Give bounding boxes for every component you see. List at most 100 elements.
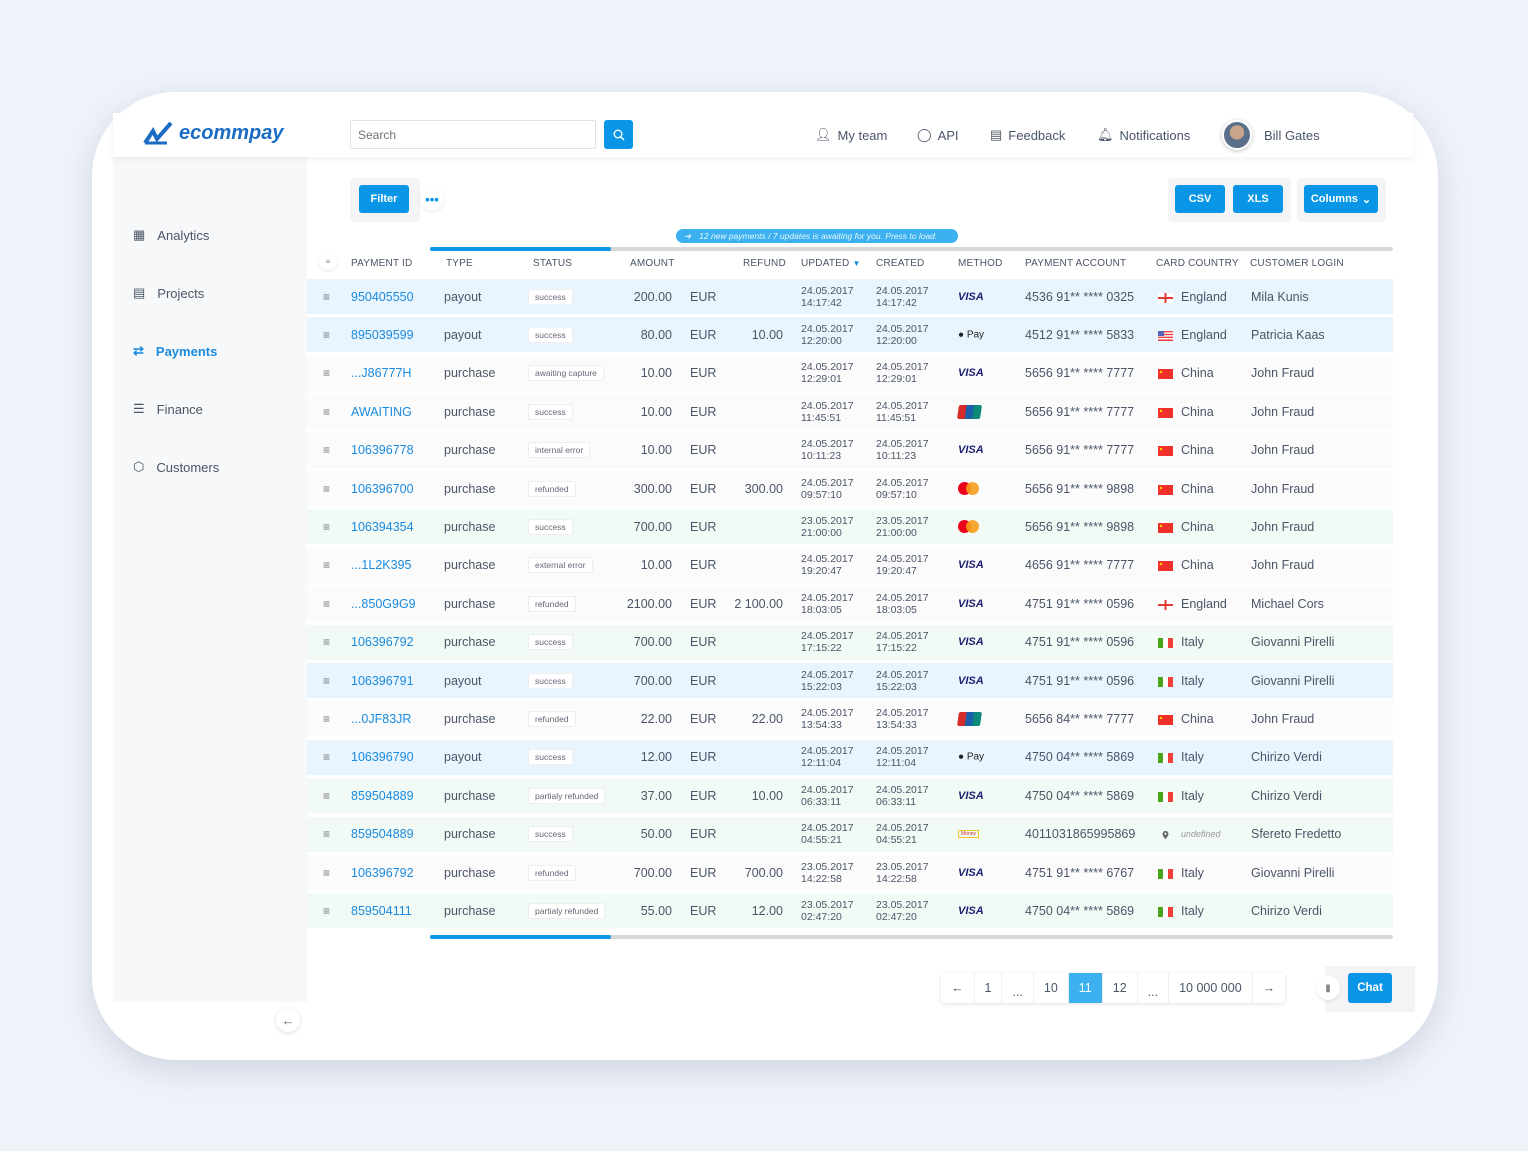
drag-handle-icon[interactable]: ≡ xyxy=(323,635,330,649)
column-header[interactable]: REFUND xyxy=(743,258,786,269)
scrollbar-thumb[interactable] xyxy=(430,935,611,939)
table-row[interactable]: ≡ 106396792 purchase refunded 700.00 EUR 700.0… xyxy=(307,855,1393,890)
column-header[interactable]: CUSTOMER LOGIN xyxy=(1250,258,1344,269)
payment-id-link[interactable]: 106396791 xyxy=(351,674,414,688)
payment-id-link[interactable]: 950405550 xyxy=(351,290,414,304)
column-header[interactable]: AMOUNT xyxy=(630,258,675,269)
payment-id-link[interactable]: ...J86777H xyxy=(351,366,411,380)
drag-handle-icon[interactable]: ≡ xyxy=(323,712,330,726)
payment-id-link[interactable]: 859504889 xyxy=(351,789,414,803)
pagination-page[interactable]: 10 xyxy=(1034,973,1069,1003)
table-row[interactable]: ≡ 106396792 purchase success 700.00 EUR 24.05.… xyxy=(307,624,1393,660)
payment-id-link[interactable]: 106396778 xyxy=(351,443,414,457)
column-header[interactable]: CREATED xyxy=(876,258,924,269)
column-header[interactable]: PAYMENT ACCOUNT xyxy=(1025,258,1126,269)
brand-logo[interactable]: ecommpay xyxy=(143,121,284,145)
xls-export-button[interactable]: XLS xyxy=(1233,185,1283,213)
pagination-page[interactable]: 12 xyxy=(1103,973,1138,1003)
drag-handle-icon[interactable]: ≡ xyxy=(323,750,330,764)
drag-handle-icon[interactable]: ≡ xyxy=(323,290,330,304)
table-row[interactable]: ≡ 950405550 payout success 200.00 EUR 24.05.20… xyxy=(307,279,1393,314)
drag-handle-icon[interactable]: ≡ xyxy=(323,366,330,380)
csv-export-button[interactable]: CSV xyxy=(1175,185,1225,213)
horizontal-scrollbar-bottom[interactable] xyxy=(430,935,1393,939)
filter-button[interactable]: Filter xyxy=(359,185,409,213)
column-header[interactable]: STATUS xyxy=(533,258,572,269)
drag-handle-icon[interactable]: ≡ xyxy=(323,328,330,342)
table-row[interactable]: ≡ 106396778 purchase internal error 10.00 EUR… xyxy=(307,432,1393,468)
sidebar-item-analytics[interactable]: ▦ Analytics xyxy=(133,227,209,243)
scrollbar-thumb[interactable] xyxy=(430,247,611,251)
payment-id-link[interactable]: ...850G9G9 xyxy=(351,597,416,611)
table-row[interactable]: ≡ ...850G9G9 purchase refunded 2100.00 EUR 2 1… xyxy=(307,586,1393,622)
amount: 80.00 xyxy=(640,327,672,342)
collapse-sidebar-button[interactable]: ← xyxy=(276,1008,300,1032)
search-input[interactable] xyxy=(350,120,596,149)
chat-bubble-icon[interactable]: ▮ xyxy=(1316,976,1340,1000)
table-row[interactable]: ≡ 106396791 payout success 700.00 EUR 24.05.20… xyxy=(307,663,1393,698)
pagination-page[interactable]: 11 xyxy=(1068,973,1103,1003)
table-row[interactable]: ≡ ...J86777H purchase awaiting capture 10.00… xyxy=(307,355,1393,391)
table-row[interactable]: ≡ 895039599 payout success 80.00 EUR 10.00 24.0… xyxy=(307,317,1393,353)
payment-id-link[interactable]: 895039599 xyxy=(351,328,414,342)
payment-id-link[interactable]: ...1L2K395 xyxy=(351,558,411,572)
table-row[interactable]: ≡ 859504889 purchase success 50.00 EUR 24.05.2… xyxy=(307,816,1393,852)
table-row[interactable]: ≡ AWAITING purchase success 10.00 EUR 24.05.20… xyxy=(307,394,1393,430)
user-menu[interactable]: Bill Gates xyxy=(1222,113,1320,157)
pagination-prev-button[interactable]: ← xyxy=(941,973,975,1003)
drag-handle-icon[interactable]: ≡ xyxy=(323,904,330,918)
pagination-page[interactable]: 1 xyxy=(975,973,1003,1003)
created-day: 24.05.2017 xyxy=(876,668,929,681)
nav-my-team[interactable]: 👤︎ My team xyxy=(815,113,887,157)
more-options-button[interactable]: ••• xyxy=(420,187,444,211)
pagination-page[interactable]: 10 000 000 xyxy=(1169,973,1253,1003)
card-country: China xyxy=(1181,558,1214,573)
sidebar-item-finance[interactable]: ☰ Finance xyxy=(133,401,203,417)
nav-notifications[interactable]: 🔔︎ Notifications xyxy=(1097,113,1190,157)
table-row[interactable]: ≡ 859504111 purchase partialy refunded 55.00… xyxy=(307,893,1393,929)
payment-id-link[interactable]: 106396792 xyxy=(351,866,414,880)
sidebar-item-customers[interactable]: ⬡ Customers xyxy=(133,459,219,475)
table-row[interactable]: ≡ 106396790 payout success 12.00 EUR 24.05.201… xyxy=(307,739,1393,775)
nav-api[interactable]: ◯ API xyxy=(917,113,959,157)
payment-id-link[interactable]: 106396790 xyxy=(351,750,414,764)
sidebar-item-projects[interactable]: ▤ Projects xyxy=(133,285,204,301)
sidebar-item-payments[interactable]: ⇄ Payments xyxy=(133,343,217,359)
table-row[interactable]: ≡ 859504889 purchase partialy refunded 37.00… xyxy=(307,778,1393,814)
updated-time: 18:03:05 xyxy=(801,603,842,616)
search-button[interactable] xyxy=(604,120,633,149)
new-payments-notice[interactable]: ➜ 12 new payments / 7 updates is awaiting… xyxy=(676,229,958,243)
payment-id-link[interactable]: 859504111 xyxy=(351,904,412,918)
drag-handle-icon[interactable]: ≡ xyxy=(323,597,330,611)
table-row[interactable]: ≡ ...0JF83JR purchase refunded 22.00 EUR 22.00… xyxy=(307,701,1393,737)
table-row[interactable]: ≡ 106394354 purchase success 700.00 EUR 23.05.… xyxy=(307,509,1393,545)
table-row[interactable]: ≡ 106396700 purchase refunded 300.00 EUR 300.0… xyxy=(307,471,1393,506)
drag-handle-icon[interactable]: ≡ xyxy=(323,866,330,880)
payment-id-link[interactable]: 106396792 xyxy=(351,635,414,649)
payment-id-link[interactable]: 106396700 xyxy=(351,482,414,496)
drag-handle-icon[interactable]: ≡ xyxy=(323,558,330,572)
nav-feedback[interactable]: ▤ Feedback xyxy=(990,113,1065,157)
pagination-next-button[interactable]: → xyxy=(1253,973,1286,1003)
drag-handle-icon[interactable]: ≡ xyxy=(323,520,330,534)
drag-handle-icon[interactable]: ≡ xyxy=(323,405,330,419)
column-header[interactable]: TYPE xyxy=(446,258,473,269)
drag-handle-icon[interactable]: ≡ xyxy=(323,789,330,803)
horizontal-scrollbar-top[interactable] xyxy=(430,247,1393,251)
payment-id-link[interactable]: 859504889 xyxy=(351,827,414,841)
drag-handle-icon[interactable]: ≡ xyxy=(323,674,330,688)
column-header[interactable]: UPDATED ▼ xyxy=(801,258,861,269)
drag-handle-icon[interactable]: ≡ xyxy=(323,482,330,496)
column-header[interactable]: PAYMENT ID xyxy=(351,258,412,269)
payment-id-link[interactable]: AWAITING xyxy=(351,405,412,419)
column-header[interactable]: CARD COUNTRY xyxy=(1156,258,1239,269)
drag-handle-icon[interactable]: ≡ xyxy=(323,827,330,841)
table-row[interactable]: ≡ ...1L2K395 purchase external error 10.00 EU… xyxy=(307,547,1393,583)
drag-handle-icon[interactable]: ≡ xyxy=(323,443,330,457)
payment-id-link[interactable]: ...0JF83JR xyxy=(351,712,411,726)
payment-id-link[interactable]: 106394354 xyxy=(351,520,414,534)
chat-button[interactable]: Chat xyxy=(1348,973,1392,1003)
lock-icon[interactable]: 🔒︎ xyxy=(319,252,337,270)
columns-dropdown[interactable]: Columns ⌄ xyxy=(1304,185,1378,213)
column-header[interactable]: METHOD xyxy=(958,258,1003,269)
